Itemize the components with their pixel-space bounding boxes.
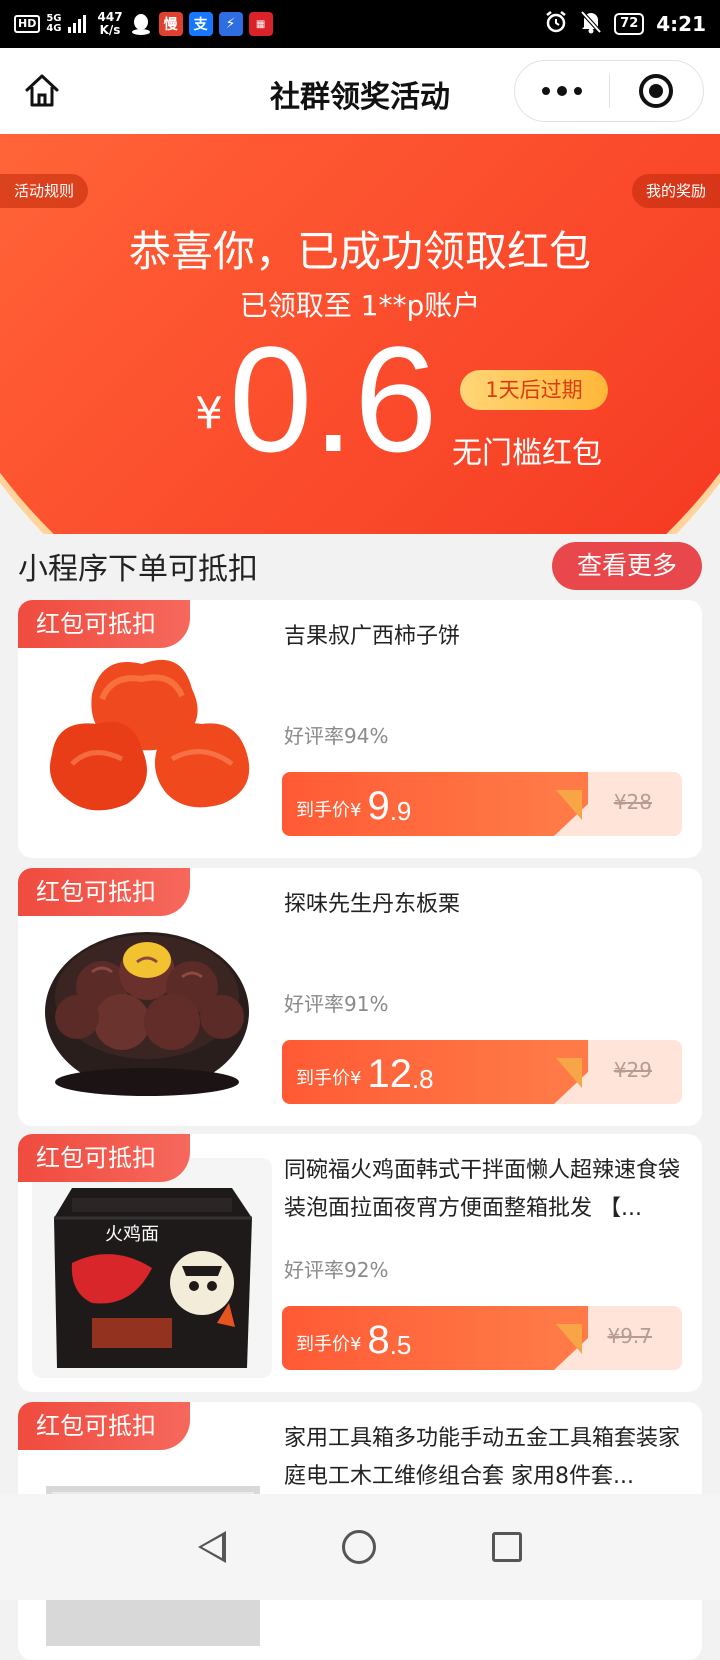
chestnut-image	[32, 892, 272, 1112]
price-arrow-icon	[556, 1058, 582, 1088]
product-name: 吉果叔广西柿子饼	[284, 624, 461, 649]
qq-icon	[128, 12, 153, 36]
price-arrow-icon	[556, 1324, 582, 1354]
section-header: 小程序下单可抵扣 查看更多	[18, 540, 702, 592]
final-price: 到手价¥ 9 .9	[282, 772, 588, 836]
product-name: 同碗福火鸡面韩式干拌面懒人超辣速食袋装泡面拉面夜宵方便面整箱批发 【...	[284, 1158, 681, 1221]
more-icon[interactable]	[515, 61, 609, 121]
status-right: 72 4:21	[544, 10, 706, 39]
rating: 好评率91%	[284, 992, 389, 1016]
hd-badge: HD	[14, 15, 41, 33]
signal-icon	[67, 15, 86, 33]
discount-badge: 红包可抵扣	[18, 868, 190, 916]
alipay-icon: 支	[188, 12, 213, 36]
discount-badge: 红包可抵扣	[18, 1402, 190, 1450]
currency-symbol: ¥	[195, 388, 223, 439]
home-circle-icon[interactable]	[342, 1530, 376, 1564]
back-icon[interactable]	[198, 1531, 226, 1563]
flash-app-icon: ⚡	[218, 12, 243, 36]
battery-icon: 72	[614, 13, 645, 35]
status-bar: HD 5G 4G 447 K/s 慢 支 ⚡ ▦ 72 4:21	[0, 0, 720, 48]
price-arrow-icon	[556, 790, 582, 820]
status-left: HD 5G 4G 447 K/s 慢 支 ⚡ ▦	[14, 11, 273, 37]
activity-rules-button[interactable]: 活动规则	[0, 174, 89, 208]
amount-value: 0.6	[229, 315, 438, 483]
price-bar[interactable]: 到手价¥ 12 .8 ¥29	[282, 1040, 682, 1104]
discount-badge: 红包可抵扣	[18, 1134, 190, 1182]
network-speed: 447 K/s	[97, 10, 123, 37]
top-navbar: 社群领奖活动	[0, 48, 720, 134]
app-icon-slow: 慢	[158, 12, 183, 36]
clock: 4:21	[656, 12, 706, 36]
original-price: ¥9.7	[607, 1324, 652, 1348]
original-price: ¥29	[613, 1058, 652, 1082]
miniprogram-capsule	[514, 60, 704, 122]
app-icon-red: ▦	[248, 12, 273, 36]
product-card[interactable]: 红包可抵扣 探味先生丹东板栗 好评率91% 到手价¥ 12 .8 ¥29	[18, 868, 702, 1126]
alarm-icon	[544, 10, 568, 39]
final-price: 到手价¥ 12 .8	[282, 1040, 588, 1104]
mute-icon	[580, 10, 602, 39]
reward-amount: ¥ 0.6	[195, 315, 438, 483]
discount-badge: 红包可抵扣	[18, 600, 190, 648]
network-type: 5G 4G	[46, 13, 62, 34]
price-bar[interactable]: 到手价¥ 8 .5 ¥9.7	[282, 1306, 682, 1370]
product-card[interactable]: 红包可抵扣 吉果叔广西柿子饼 好评率94% 到手价¥ 9 .9 ¥28	[18, 600, 702, 858]
persimmon-cake-image	[32, 624, 272, 844]
product-card[interactable]: 红包可抵扣 火鸡面 同碗福火鸡面韩式干拌面懒人超辣速食袋装泡面拉面夜宵方便面整箱…	[18, 1134, 702, 1392]
noodle-pack-text: 火鸡面	[105, 1224, 159, 1245]
close-miniprogram-icon[interactable]	[610, 61, 704, 121]
reward-banner: 活动规则 我的奖励 恭喜你，已成功领取红包 已领取至 1**p账户 ¥ 0.6 …	[0, 134, 720, 534]
rating: 好评率94%	[284, 724, 389, 748]
recent-apps-icon[interactable]	[492, 1532, 522, 1562]
congrats-text: 恭喜你，已成功领取红包	[128, 227, 591, 276]
product-name: 家用工具箱多功能手动五金工具箱套装家庭电工木工维修组合套 家用8件套...	[284, 1426, 681, 1489]
coupon-type: 无门槛红包	[452, 436, 602, 471]
view-more-button[interactable]: 查看更多	[552, 542, 702, 590]
instant-noodles-image: 火鸡面	[32, 1158, 272, 1378]
final-price: 到手价¥ 8 .5	[282, 1306, 588, 1370]
system-nav-bar	[0, 1494, 720, 1600]
price-bar[interactable]: 到手价¥ 9 .9 ¥28	[282, 772, 682, 836]
product-name: 探味先生丹东板栗	[284, 892, 461, 917]
my-rewards-button[interactable]: 我的奖励	[631, 174, 720, 208]
expire-badge: 1天后过期	[460, 370, 608, 410]
rating: 好评率92%	[284, 1258, 389, 1282]
section-title: 小程序下单可抵扣	[18, 552, 258, 587]
original-price: ¥28	[613, 790, 652, 814]
